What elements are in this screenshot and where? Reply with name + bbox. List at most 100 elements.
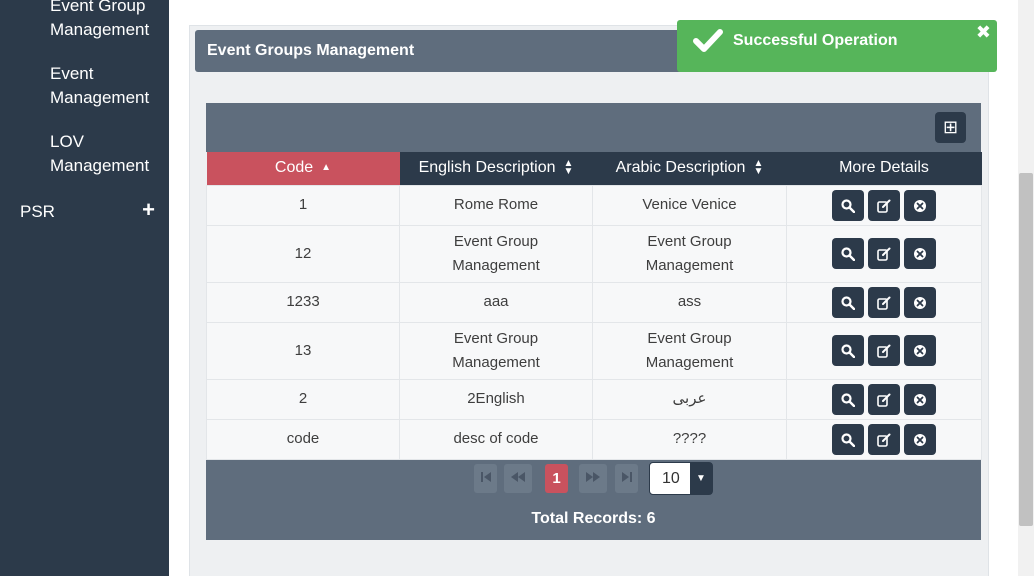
cell-english-description: 2English bbox=[399, 378, 593, 420]
cell-arabic-description: ass bbox=[592, 281, 787, 323]
previous-page-button[interactable] bbox=[504, 463, 532, 493]
delete-icon bbox=[913, 342, 927, 359]
plus-square-icon: ⊞ bbox=[942, 117, 959, 137]
page-number-button[interactable]: 1 bbox=[545, 463, 568, 493]
table-row: code desc of code???? bbox=[206, 418, 982, 460]
search-icon bbox=[841, 245, 856, 262]
delete-icon bbox=[913, 294, 927, 311]
sidebar-item-lov-management[interactable]: LOV Management bbox=[50, 130, 149, 178]
pagination: 1 10 ▼ Total Records: 6 bbox=[206, 459, 981, 540]
sort-icon: ▲ ▼ bbox=[563, 158, 574, 178]
delete-button[interactable] bbox=[904, 189, 936, 221]
rows-per-page-select[interactable]: 10 ▼ bbox=[649, 461, 713, 495]
sort-icon: ▲ ▼ bbox=[753, 158, 764, 178]
table-toolbar: ⊞ bbox=[206, 103, 981, 152]
column-header-more-details: More Details bbox=[786, 152, 982, 185]
sidebar-item-label: PSR bbox=[20, 202, 55, 221]
column-header-arabic-description[interactable]: Arabic Description ▲ ▼ bbox=[592, 152, 787, 185]
sidebar-item-label: Event bbox=[50, 64, 94, 83]
edit-icon bbox=[877, 245, 891, 262]
data-table: Code ▲ English Description ▲ ▼ Arabic Descr… bbox=[206, 152, 982, 460]
table-row: 1 Rome Rome Venice Venice bbox=[206, 184, 982, 226]
view-button[interactable] bbox=[832, 189, 864, 221]
view-button[interactable] bbox=[832, 335, 864, 366]
table-row: 13 Event Group Management Event Group Mana… bbox=[206, 321, 982, 380]
search-icon bbox=[841, 342, 856, 359]
view-button[interactable] bbox=[832, 383, 864, 415]
column-header-label: Arabic Description bbox=[615, 159, 746, 177]
scrollbar-thumb[interactable] bbox=[1019, 173, 1033, 526]
view-button[interactable] bbox=[832, 238, 864, 269]
cell-arabic-description: عربى bbox=[592, 378, 787, 420]
delete-button[interactable] bbox=[904, 286, 936, 318]
cell-arabic-description: Venice Venice bbox=[592, 184, 787, 226]
close-icon[interactable]: ✖ bbox=[976, 22, 991, 43]
search-icon bbox=[841, 197, 856, 214]
first-page-button[interactable] bbox=[474, 463, 497, 493]
delete-button[interactable] bbox=[904, 238, 936, 269]
previous-page-icon bbox=[511, 471, 525, 482]
cell-code: 1 bbox=[206, 184, 400, 226]
edit-button[interactable] bbox=[868, 189, 900, 221]
search-icon bbox=[841, 431, 856, 448]
add-button[interactable]: ⊞ bbox=[935, 112, 966, 143]
last-page-button[interactable] bbox=[615, 463, 638, 493]
column-header-code[interactable]: Code ▲ bbox=[206, 152, 400, 185]
sidebar-item-label: Management bbox=[50, 20, 150, 39]
view-button[interactable] bbox=[832, 423, 864, 455]
cell-actions bbox=[786, 184, 982, 226]
cell-actions bbox=[786, 321, 982, 380]
edit-button[interactable] bbox=[868, 383, 900, 415]
cell-actions bbox=[786, 281, 982, 323]
sidebar-item-label: Event Group bbox=[50, 0, 146, 15]
delete-button[interactable] bbox=[904, 383, 936, 415]
delete-icon bbox=[913, 431, 927, 448]
column-header-english-description[interactable]: English Description ▲ ▼ bbox=[399, 152, 593, 185]
cell-code: 1233 bbox=[206, 281, 400, 323]
sort-asc-icon: ▲ bbox=[321, 162, 332, 174]
next-page-icon bbox=[586, 471, 600, 482]
delete-button[interactable] bbox=[904, 335, 936, 366]
table-row: 2 2English عربى bbox=[206, 378, 982, 420]
column-header-label: Code bbox=[274, 159, 314, 177]
plus-icon[interactable]: + bbox=[142, 199, 155, 221]
edit-icon bbox=[877, 391, 891, 408]
edit-button[interactable] bbox=[868, 238, 900, 269]
search-icon bbox=[841, 391, 856, 408]
cell-arabic-description: Event Group Management bbox=[592, 321, 787, 380]
cell-english-description: Event Group Management bbox=[399, 224, 593, 283]
sidebar-item-label: LOV bbox=[50, 132, 85, 151]
success-toast: Successful Operation ✖ bbox=[677, 20, 997, 72]
cell-code: code bbox=[206, 418, 400, 460]
data-table-wrapper: ⊞ Code ▲ English Description ▲ ▼ Arabic … bbox=[206, 103, 982, 540]
edit-button[interactable] bbox=[868, 423, 900, 455]
table-row: 1233 aaa ass bbox=[206, 281, 982, 323]
sidebar-item-event-group-management[interactable]: Event Group Management bbox=[50, 0, 149, 42]
cell-code: 13 bbox=[206, 321, 400, 380]
edit-icon bbox=[877, 197, 891, 214]
sidebar-item-psr[interactable]: PSR + bbox=[20, 199, 155, 224]
delete-button[interactable] bbox=[904, 423, 936, 455]
cell-english-description: Event Group Management bbox=[399, 321, 593, 380]
edit-button[interactable] bbox=[868, 286, 900, 318]
delete-icon bbox=[913, 197, 927, 214]
view-button[interactable] bbox=[832, 286, 864, 318]
edit-icon bbox=[877, 294, 891, 311]
total-records: Total Records: 6 bbox=[531, 509, 656, 527]
cell-arabic-description: Event Group Management bbox=[592, 224, 787, 283]
edit-icon bbox=[877, 431, 891, 448]
cell-english-description: Rome Rome bbox=[399, 184, 593, 226]
sidebar-item-event-management[interactable]: Event Management bbox=[50, 62, 149, 110]
cell-actions bbox=[786, 224, 982, 283]
delete-icon bbox=[913, 391, 927, 408]
rows-per-page-value: 10 bbox=[662, 469, 680, 487]
delete-icon bbox=[913, 245, 927, 262]
cell-actions bbox=[786, 378, 982, 420]
next-page-button[interactable] bbox=[579, 463, 607, 493]
edit-button[interactable] bbox=[868, 335, 900, 366]
edit-icon bbox=[877, 342, 891, 359]
last-page-icon bbox=[621, 471, 632, 482]
main-content: Event Groups Management ⊞ Code ▲ English… bbox=[169, 0, 1018, 576]
chevron-down-icon: ▼ bbox=[690, 462, 712, 494]
table-row: 12 Event Group Management Event Group Mana… bbox=[206, 224, 982, 283]
